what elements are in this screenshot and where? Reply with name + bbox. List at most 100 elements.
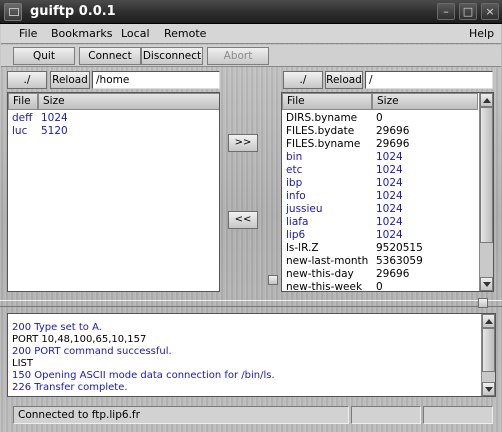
disconnect-button[interactable]: Disconnect	[141, 47, 203, 65]
log-line: PORT 10,48,100,65,10,157	[12, 334, 147, 345]
log-splitter-handle[interactable]	[478, 298, 488, 308]
file-size: 1024	[376, 216, 403, 228]
menu-local[interactable]: Local	[121, 27, 150, 40]
file-row[interactable]: FILES.byname 29696	[286, 138, 456, 151]
window-title: guiftp 0.0.1	[30, 4, 116, 19]
log-line: 200 Type set to A.	[12, 322, 102, 333]
file-size: 1024	[376, 203, 403, 215]
file-size: 29696	[376, 125, 410, 137]
title-bar[interactable]: guiftp 0.0.1 – □ ×	[0, 0, 502, 24]
file-size: 1024	[41, 112, 68, 124]
local-file-list[interactable]: File Size deff 1024 luc 5120	[7, 92, 220, 292]
file-name: DIRS.byname	[286, 112, 358, 124]
menu-help[interactable]: Help	[469, 27, 494, 40]
vertical-splitter[interactable]	[0, 300, 502, 307]
file-row[interactable]: ibp 1024	[286, 177, 456, 190]
pane-splitter-handle[interactable]	[268, 275, 278, 285]
log-scrollbar[interactable]	[481, 314, 495, 396]
log-line: 150 Opening ASCII mode data connection f…	[12, 370, 275, 381]
scroll-thumb[interactable]	[480, 107, 493, 243]
maximize-button[interactable]: □	[459, 3, 477, 20]
file-row[interactable]: liafa 1024	[286, 216, 456, 229]
remote-column-file[interactable]: File	[282, 93, 372, 110]
scroll-up-arrow-icon[interactable]	[480, 93, 493, 107]
file-row[interactable]: new-this-day 29696	[286, 268, 456, 281]
scroll-down-arrow-icon[interactable]	[480, 277, 493, 291]
menu-bookmarks[interactable]: Bookmarks	[51, 27, 112, 40]
status-field-3	[423, 406, 493, 424]
quit-button[interactable]: Quit	[13, 47, 75, 65]
file-name: deff	[12, 112, 33, 124]
file-row[interactable]: bin 1024	[286, 151, 456, 164]
remote-scrollbar[interactable]	[479, 93, 493, 291]
log-scroll-thumb[interactable]	[482, 328, 495, 372]
local-column-size[interactable]: Size	[38, 93, 219, 110]
file-row[interactable]: jussieu 1024	[286, 203, 456, 216]
file-name: FILES.bydate	[286, 125, 355, 137]
file-name: ls-lR.Z	[286, 242, 319, 254]
file-size: 5120	[41, 125, 68, 137]
remote-file-list[interactable]: File Size DIRS.byname 0 FILES.bydate 29696 F…	[281, 92, 494, 292]
remote-column-size[interactable]: Size	[372, 93, 478, 110]
file-size: 1024	[376, 229, 403, 241]
window-menu-icon[interactable]	[4, 3, 22, 21]
download-button[interactable]: <<	[228, 211, 258, 229]
menu-remote[interactable]: Remote	[164, 27, 206, 40]
close-button[interactable]: ×	[481, 3, 499, 20]
log-scroll-down-arrow-icon[interactable]	[482, 382, 495, 396]
menu-bar: File Bookmarks Local Remote Help	[1, 24, 501, 44]
file-size: 1024	[376, 164, 403, 176]
file-size: 29696	[376, 268, 410, 280]
status-message: Connected to ftp.lip6.fr	[13, 406, 349, 424]
connect-button[interactable]: Connect	[79, 47, 141, 65]
log-scroll-up-arrow-icon[interactable]	[482, 314, 495, 328]
log-line: LIST	[12, 358, 33, 369]
file-size: 29696	[376, 138, 410, 150]
file-name: etc	[286, 164, 303, 176]
log-line: 226 Transfer complete.	[12, 382, 128, 393]
file-size: 1024	[376, 190, 403, 202]
upload-button[interactable]: >>	[228, 134, 258, 152]
file-row[interactable]: luc 5120	[12, 125, 121, 138]
minimize-button[interactable]: –	[437, 3, 455, 20]
file-name: bin	[286, 151, 303, 163]
file-name: jussieu	[286, 203, 323, 215]
file-name: info	[286, 190, 306, 202]
remote-home-button[interactable]: ./	[283, 71, 323, 89]
file-row[interactable]: ls-lR.Z 9520515	[286, 242, 456, 255]
abort-button[interactable]: Abort	[207, 47, 269, 65]
file-name: FILES.byname	[286, 138, 361, 150]
file-row[interactable]: lip6 1024	[286, 229, 456, 242]
file-size: 9520515	[376, 242, 423, 254]
status-bar: Connected to ftp.lip6.fr	[1, 402, 501, 430]
file-size: 1024	[376, 177, 403, 189]
local-column-file[interactable]: File	[8, 93, 38, 110]
file-row[interactable]: FILES.bydate 29696	[286, 125, 456, 138]
file-name: ibp	[286, 177, 303, 189]
file-row[interactable]: etc 1024	[286, 164, 456, 177]
file-size: 1024	[376, 151, 403, 163]
file-name: new-this-day	[286, 268, 354, 280]
file-row[interactable]: DIRS.byname 0	[286, 112, 456, 125]
file-name: luc	[12, 125, 28, 137]
file-name: new-this-week	[286, 281, 363, 292]
file-row[interactable]: new-this-week 0	[286, 281, 456, 292]
file-name: new-last-month	[286, 255, 369, 267]
file-size: 5363059	[376, 255, 423, 267]
file-row[interactable]: info 1024	[286, 190, 456, 203]
file-name: lip6	[286, 229, 306, 241]
file-row[interactable]: deff 1024	[12, 112, 121, 125]
file-size: 0	[376, 112, 383, 124]
local-home-button[interactable]: ./	[7, 71, 47, 89]
toolbar: Quit Connect Disconnect Abort	[1, 45, 501, 67]
menu-file[interactable]: File	[19, 27, 37, 40]
local-path-input[interactable]: /home	[92, 71, 220, 89]
log-line: 200 PORT command successful.	[12, 346, 172, 357]
remote-reload-button[interactable]: Reload	[325, 71, 363, 89]
local-reload-button[interactable]: Reload	[50, 71, 90, 89]
log-panel[interactable]: 200 Type set to A. PORT 10,48,100,65,10,1…	[7, 313, 496, 397]
status-field-2	[351, 406, 421, 424]
file-size: 0	[376, 281, 383, 292]
file-row[interactable]: new-last-month 5363059	[286, 255, 456, 268]
remote-path-input[interactable]: /	[365, 71, 493, 89]
